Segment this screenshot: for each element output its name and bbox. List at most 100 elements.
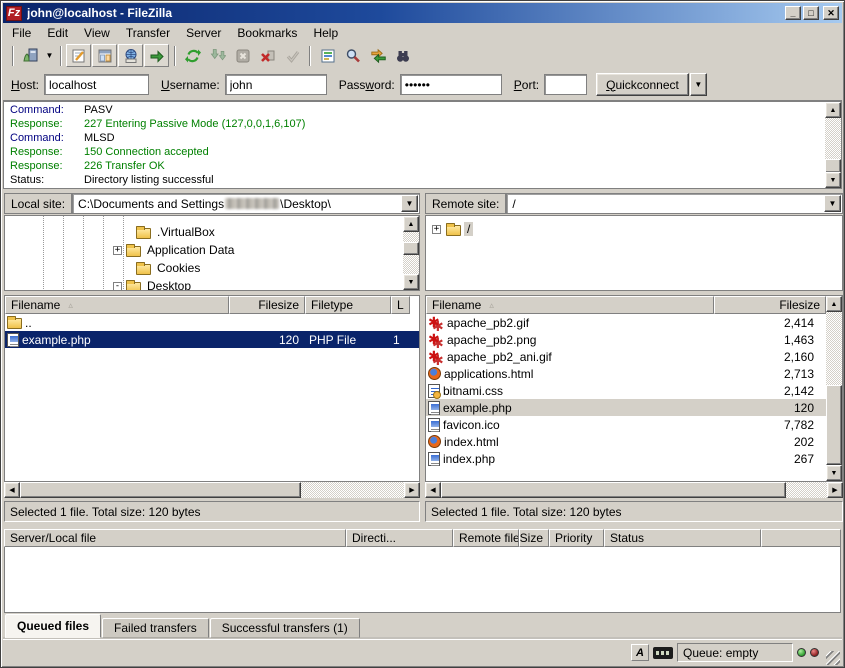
- toggle-remote-tree-button[interactable]: [118, 44, 143, 67]
- port-input[interactable]: [544, 74, 587, 95]
- column-header-filename[interactable]: Filename▵: [426, 296, 714, 314]
- remote-list-scrollbar[interactable]: ▲ ▼: [826, 296, 842, 481]
- menu-file[interactable]: File: [4, 24, 39, 42]
- menu-help[interactable]: Help: [305, 24, 346, 42]
- local-site-dropdown[interactable]: ▼: [401, 195, 418, 212]
- tree-item-cookies[interactable]: Cookies: [5, 259, 401, 277]
- filezilla-logo-icon: Fz: [6, 6, 22, 21]
- remote-tree-icon: [123, 48, 139, 64]
- menu-view[interactable]: View: [76, 24, 118, 42]
- column-header-priority[interactable]: Priority: [549, 529, 604, 547]
- scroll-left-icon[interactable]: ◀: [425, 482, 441, 498]
- menu-transfer[interactable]: Transfer: [118, 24, 178, 42]
- tree-item-desktop[interactable]: - Desktop: [5, 277, 401, 291]
- file-row[interactable]: apache_pb2_ani.gif 2,160: [426, 348, 826, 365]
- tab-successful-transfers[interactable]: Successful transfers (1): [210, 618, 360, 638]
- scrollbar-thumb[interactable]: [825, 159, 841, 173]
- local-pane: Local site: C:\Documents and Settings\De…: [4, 191, 420, 525]
- host-input[interactable]: [44, 74, 149, 95]
- password-input[interactable]: [400, 74, 502, 95]
- expand-icon[interactable]: +: [432, 225, 441, 234]
- scrollbar-thumb[interactable]: [403, 242, 419, 255]
- scroll-right-icon[interactable]: ▶: [827, 482, 843, 498]
- remote-site-dropdown[interactable]: ▼: [824, 195, 841, 212]
- tree-item-virtualbox[interactable]: .VirtualBox: [5, 223, 401, 241]
- local-site-combobox[interactable]: C:\Documents and Settings\Desktop\ ▼: [72, 193, 420, 214]
- tree-item-application-data[interactable]: + Application Data: [5, 241, 401, 259]
- process-queue-button[interactable]: [205, 44, 230, 67]
- scroll-up-icon[interactable]: ▲: [403, 216, 419, 232]
- scroll-down-icon[interactable]: ▼: [826, 465, 842, 481]
- log-scrollbar[interactable]: ▲ ▼: [825, 102, 841, 188]
- filter-button[interactable]: [315, 44, 340, 67]
- binoculars-icon: [395, 48, 411, 64]
- toggle-local-tree-button[interactable]: [92, 44, 117, 67]
- scroll-right-icon[interactable]: ▶: [404, 482, 420, 498]
- remote-horizontal-scrollbar[interactable]: ◀ ▶: [425, 482, 843, 498]
- menu-edit[interactable]: Edit: [39, 24, 76, 42]
- local-tree-scrollbar[interactable]: ▲ ▼: [403, 216, 419, 290]
- column-header-filetype[interactable]: Filetype: [305, 296, 391, 314]
- scroll-up-icon[interactable]: ▲: [826, 296, 842, 312]
- local-horizontal-scrollbar[interactable]: ◀ ▶: [4, 482, 420, 498]
- file-row[interactable]: applications.html 2,713: [426, 365, 826, 382]
- transfer-type-indicator-icon[interactable]: A: [631, 644, 649, 661]
- cancel-operation-button[interactable]: [230, 44, 255, 67]
- scroll-left-icon[interactable]: ◀: [4, 482, 20, 498]
- file-row[interactable]: index.html 202: [426, 433, 826, 450]
- minimize-button[interactable]: _: [785, 6, 801, 20]
- file-row[interactable]: apache_pb2.gif 2,414: [426, 314, 826, 331]
- file-row[interactable]: apache_pb2.png 1,463: [426, 331, 826, 348]
- refresh-button[interactable]: [180, 44, 205, 67]
- resize-grip[interactable]: [826, 651, 840, 665]
- scrollbar-thumb[interactable]: [826, 385, 842, 465]
- scroll-up-icon[interactable]: ▲: [825, 102, 841, 118]
- indicator-badge-icon[interactable]: [653, 647, 673, 659]
- collapse-icon[interactable]: -: [113, 282, 122, 291]
- column-header-lastmodified[interactable]: L: [391, 296, 410, 314]
- column-header-size[interactable]: Size: [519, 529, 549, 547]
- site-manager-dropdown[interactable]: ▼: [43, 44, 56, 67]
- file-row-example-php[interactable]: example.php 120: [426, 399, 826, 416]
- maximize-button[interactable]: □: [803, 6, 819, 20]
- file-row[interactable]: index.php 267: [426, 450, 826, 467]
- username-input[interactable]: [225, 74, 327, 95]
- file-row[interactable]: favicon.ico 7,782: [426, 416, 826, 433]
- column-header-filesize[interactable]: Filesize: [229, 296, 305, 314]
- menu-server[interactable]: Server: [178, 24, 229, 42]
- toggle-transfer-queue-button[interactable]: [144, 44, 169, 67]
- toggle-message-log-button[interactable]: [66, 44, 91, 67]
- filter-icon: [320, 48, 336, 64]
- scrollbar-thumb[interactable]: [20, 482, 301, 498]
- scroll-down-icon[interactable]: ▼: [825, 172, 841, 188]
- column-header-filesize[interactable]: Filesize: [714, 296, 826, 314]
- column-header-status[interactable]: Status: [604, 529, 761, 547]
- tab-failed-transfers[interactable]: Failed transfers: [102, 618, 209, 638]
- file-search-button[interactable]: [340, 44, 365, 67]
- abort-transfers-button[interactable]: [280, 44, 305, 67]
- file-row-example-php[interactable]: example.php 120 PHP File 1: [5, 331, 419, 348]
- file-row-parent-dir[interactable]: ..: [5, 314, 419, 331]
- directory-comparison-button[interactable]: [365, 44, 390, 67]
- quickconnect-dropdown[interactable]: ▼: [690, 73, 707, 96]
- remote-site-combobox[interactable]: / ▼: [506, 193, 843, 214]
- search-icon: [345, 48, 361, 64]
- find-files-button[interactable]: [390, 44, 415, 67]
- menu-bookmarks[interactable]: Bookmarks: [229, 24, 305, 42]
- disconnect-button[interactable]: [255, 44, 280, 67]
- scrollbar-thumb[interactable]: [441, 482, 786, 498]
- column-header-direction[interactable]: Directi...: [346, 529, 453, 547]
- file-row[interactable]: bitnami.css 2,142: [426, 382, 826, 399]
- column-header-filename[interactable]: Filename▵: [5, 296, 229, 314]
- quickconnect-button[interactable]: Quickconnect: [596, 73, 689, 96]
- close-button[interactable]: ✕: [823, 6, 839, 20]
- queue-list[interactable]: [4, 547, 841, 613]
- tree-item-root[interactable]: + /: [426, 220, 824, 238]
- tab-queued-files[interactable]: Queued files: [5, 614, 101, 638]
- expand-icon[interactable]: +: [113, 246, 122, 255]
- column-header-remote-file[interactable]: Remote file: [453, 529, 519, 547]
- column-header-server-local-file[interactable]: Server/Local file: [4, 529, 346, 547]
- site-manager-button[interactable]: [18, 44, 43, 67]
- scroll-down-icon[interactable]: ▼: [403, 274, 419, 290]
- title-bar: Fz john@localhost - FileZilla _ □ ✕: [3, 3, 842, 23]
